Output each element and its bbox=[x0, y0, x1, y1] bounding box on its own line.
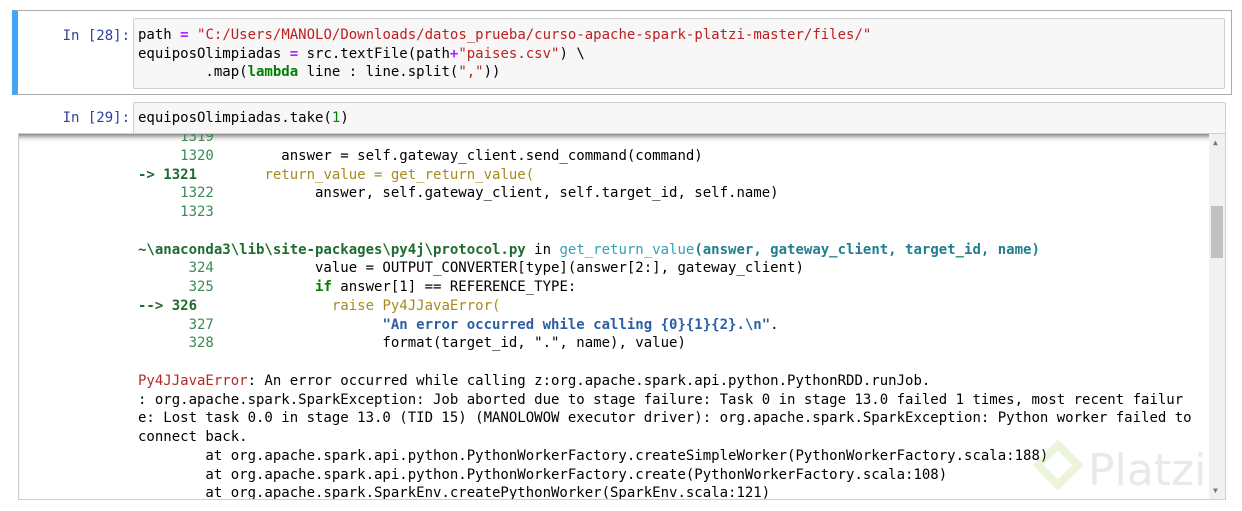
code-token: --> 326 bbox=[138, 297, 198, 314]
code-token: : An error occurred while calling z:org.… bbox=[247, 372, 931, 389]
code-token: Py4JJavaError bbox=[138, 372, 248, 389]
cell-prompt: In [28]: bbox=[62, 28, 130, 44]
code-token: = bbox=[289, 45, 299, 62]
output-line: Py4JJavaError: An error occurred while c… bbox=[138, 372, 1192, 391]
code-token: lambda bbox=[247, 64, 299, 81]
scrollbar-thumb[interactable] bbox=[1211, 206, 1223, 258]
code-token: answer[1] == REFERENCE_TYPE: bbox=[331, 279, 577, 295]
code-input[interactable]: path = "C:/Users/MANOLO/Downloads/datos_… bbox=[133, 18, 1225, 89]
code-line: equiposOlimpiadas = src.textFile(path+"p… bbox=[138, 45, 1220, 64]
code-token: equiposOlimpiadas bbox=[138, 45, 290, 62]
code-token: ~\anaconda3\lib\site-packages\py4j\proto… bbox=[138, 241, 526, 258]
code-input[interactable]: equiposOlimpiadas.take(1) bbox=[133, 102, 1226, 134]
code-token: "An error occurred while calling {0}{1}{… bbox=[382, 316, 771, 333]
code-token: if bbox=[315, 279, 332, 295]
code-token: equiposOlimpiadas.take( bbox=[138, 110, 332, 126]
code-token: src.textFile(path bbox=[298, 45, 450, 62]
code-token: format(target_id, ".", name), value) bbox=[213, 335, 686, 352]
code-token: .map( bbox=[138, 64, 248, 81]
code-token: line : line.split( bbox=[298, 64, 459, 81]
code-line: equiposOlimpiadas.take(1) bbox=[138, 109, 1221, 128]
code-token: 1319 bbox=[138, 133, 214, 145]
code-token: "," bbox=[458, 64, 484, 81]
code-line: .map(lambda line : line.split(",")) bbox=[138, 63, 1220, 82]
code-token: return_value = get_return_value( bbox=[197, 166, 535, 183]
code-token: 324 bbox=[138, 260, 214, 277]
code-token: )) bbox=[483, 64, 501, 81]
code-token: (answer, gateway_client, target_id, name… bbox=[694, 241, 1040, 258]
code-token: ) \ bbox=[559, 45, 585, 62]
code-line: path = "C:/Users/MANOLO/Downloads/datos_… bbox=[138, 26, 1220, 45]
code-cell-28[interactable]: In [28]: path = "C:/Users/MANOLO/Downloa… bbox=[12, 10, 1232, 95]
output-line: 1322 answer, self.gateway_client, self.t… bbox=[138, 184, 1192, 203]
code-token: in bbox=[525, 241, 560, 258]
code-token: e: Lost task 0.0 in stage 13.0 (TID 15) … bbox=[138, 410, 1192, 427]
code-token: path bbox=[138, 27, 181, 43]
code-token: at org.apache.spark.api.python.PythonWor… bbox=[138, 447, 1049, 464]
output-line: 1319 bbox=[138, 133, 1192, 147]
code-token: answer, self.gateway_client, self.target… bbox=[213, 185, 779, 202]
code-token: "paises.csv" bbox=[458, 45, 560, 62]
code-token: = bbox=[180, 27, 189, 43]
output-line: --> 326 raise Py4JJavaError( bbox=[138, 297, 1192, 316]
code-token: answer = self.gateway_client.send_comman… bbox=[213, 147, 703, 164]
code-token: connect back. bbox=[138, 429, 248, 445]
code-token: : org.apache.spark.SparkException: Job a… bbox=[138, 391, 1184, 408]
output-line: 1320 answer = self.gateway_client.send_c… bbox=[138, 147, 1192, 166]
code-token: 1323 bbox=[138, 204, 214, 220]
platzi-watermark-logo: Platzi bbox=[1033, 440, 1206, 496]
svg-text:Platzi: Platzi bbox=[1088, 445, 1206, 496]
code-token: 1322 bbox=[138, 185, 214, 202]
output-line: ~\anaconda3\lib\site-packages\py4j\proto… bbox=[138, 241, 1192, 260]
output-line: 325 if answer[1] == REFERENCE_TYPE: bbox=[138, 278, 1192, 297]
code-token: value = OUTPUT_CONVERTER[type](answer[2:… bbox=[213, 260, 804, 277]
output-line: 324 value = OUTPUT_CONVERTER[type](answe… bbox=[138, 259, 1192, 278]
scroll-up-icon[interactable]: ▲ bbox=[1213, 138, 1218, 147]
code-token: ) bbox=[340, 110, 349, 126]
output-line: : org.apache.spark.SparkException: Job a… bbox=[138, 391, 1192, 410]
code-token: get_return_value bbox=[559, 241, 695, 258]
code-token: "C:/Users/MANOLO/Downloads/datos_prueba/… bbox=[197, 27, 872, 43]
code-token: -> 1321 bbox=[138, 166, 198, 183]
output-line: -> 1321 return_value = get_return_value( bbox=[138, 166, 1192, 185]
code-token: raise Py4JJavaError( bbox=[197, 297, 501, 314]
cell-prompt: In [29]: bbox=[62, 110, 130, 126]
code-token: 325 bbox=[138, 279, 214, 295]
code-token: 1320 bbox=[138, 147, 214, 164]
code-token: 328 bbox=[138, 335, 214, 352]
code-token: at org.apache.spark.SparkEnv.createPytho… bbox=[138, 485, 771, 500]
code-token: . bbox=[770, 316, 779, 333]
output-line: 327 "An error occurred while calling {0}… bbox=[138, 316, 1192, 335]
output-line: e: Lost task 0.0 in stage 13.0 (TID 15) … bbox=[138, 409, 1192, 428]
code-token: at org.apache.spark.api.python.PythonWor… bbox=[138, 466, 948, 483]
code-cell-29[interactable]: In [29]: equiposOlimpiadas.take(1) bbox=[12, 102, 1232, 134]
code-token: 327 bbox=[138, 316, 214, 333]
output-line: 1323 bbox=[138, 203, 1192, 222]
output-line: 328 format(target_id, ".", name), value) bbox=[138, 334, 1192, 353]
